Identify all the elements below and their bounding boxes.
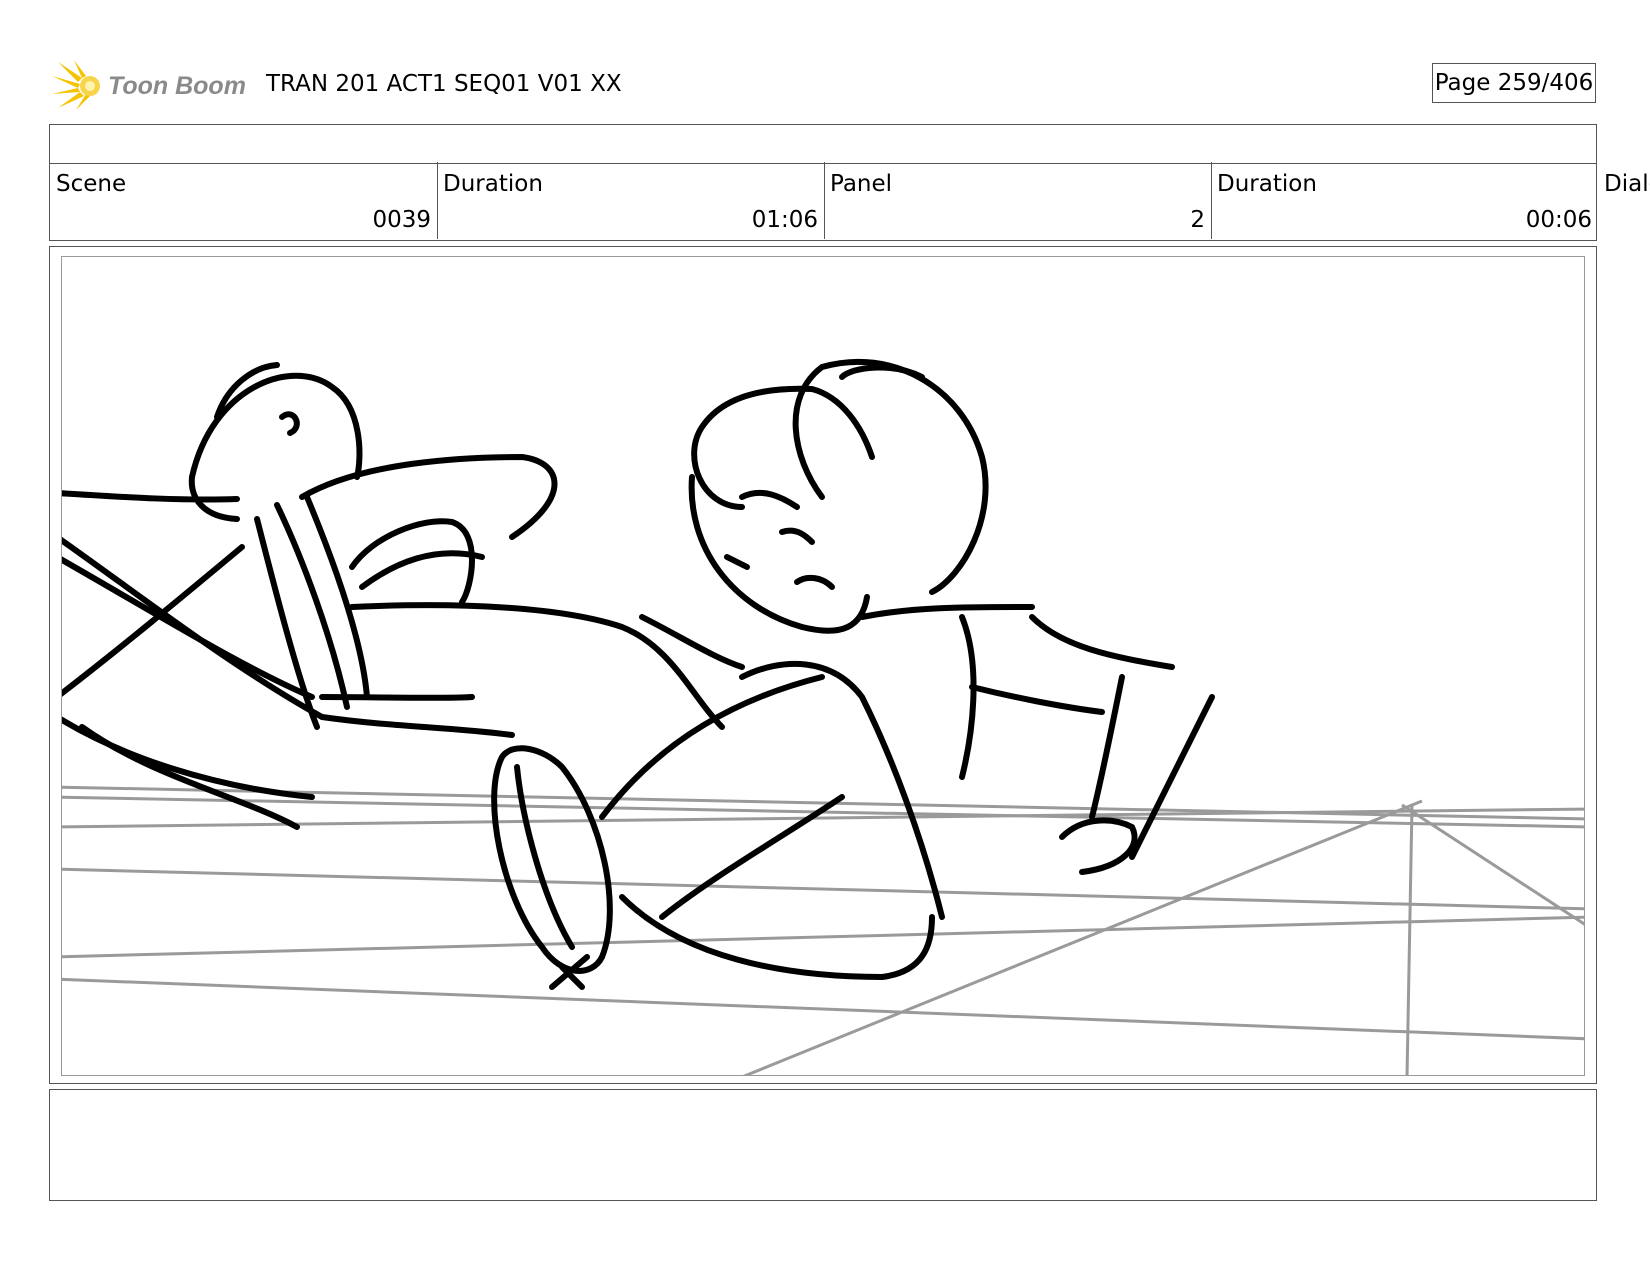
scene-label: Scene	[56, 171, 127, 197]
scene-duration-cell: Duration 01:06	[437, 162, 825, 239]
panel-duration-cell: Duration 00:06	[1211, 162, 1598, 239]
panel-value: 2	[1190, 207, 1205, 233]
logo-text: Toon Boom	[108, 72, 246, 100]
toon-boom-logo: Toon Boom	[52, 58, 252, 112]
header-blank-row	[49, 124, 1597, 164]
page-number: Page 259/406	[1432, 63, 1596, 103]
dialog-label: Dialog	[1604, 171, 1650, 197]
panel-notes-box	[49, 1089, 1597, 1201]
scene-duration-label: Duration	[443, 171, 543, 197]
storyboard-sketch	[62, 358, 1584, 1075]
scene-info-row: Scene 0039 Duration 01:06 Panel 2 Durati…	[49, 162, 1597, 241]
storyboard-panel	[61, 256, 1585, 1076]
document-title: TRAN 201 ACT1 SEQ01 V01 XX	[266, 71, 622, 97]
panel-label: Panel	[830, 171, 893, 197]
scene-cell: Scene 0039	[50, 162, 438, 239]
panel-cell: Panel 2	[824, 162, 1212, 239]
scene-value: 0039	[372, 207, 431, 233]
panel-duration-value: 00:06	[1525, 207, 1592, 233]
panel-duration-label: Duration	[1217, 171, 1317, 197]
sunburst-logo-icon: Toon Boom	[52, 60, 246, 110]
scene-duration-value: 01:06	[751, 207, 818, 233]
